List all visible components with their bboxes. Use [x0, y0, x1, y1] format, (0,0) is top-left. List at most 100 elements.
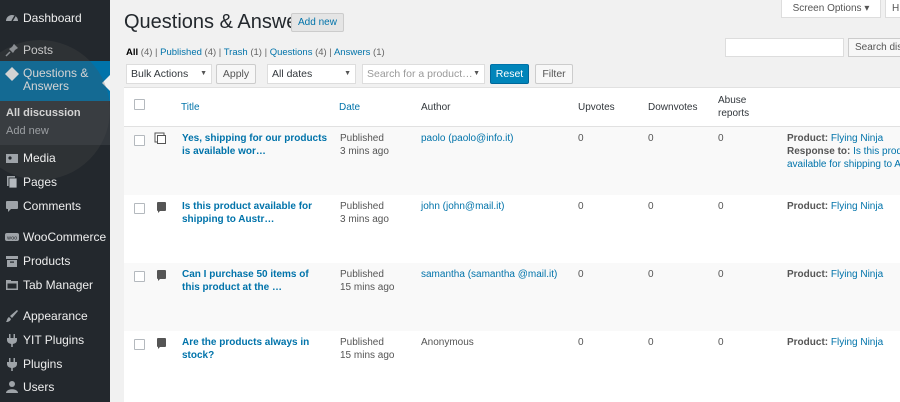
- row-product-info: Product: Flying Ninja: [787, 336, 900, 349]
- filter-questions[interactable]: Questions: [270, 47, 313, 58]
- page-title: Questions & Answers: [124, 11, 315, 33]
- row-status: Published: [340, 337, 384, 348]
- row-title-line1[interactable]: Are the products always in: [182, 336, 332, 349]
- bulk-actions-select[interactable]: Bulk Actions ▼: [126, 64, 212, 84]
- row-title-line2[interactable]: is available wor…: [182, 145, 332, 158]
- add-new-button[interactable]: Add new: [291, 13, 344, 32]
- filter-trash-count: (1): [250, 47, 262, 58]
- submenu-all-discussion[interactable]: All discussion: [6, 107, 81, 119]
- row-checkbox[interactable]: [134, 271, 145, 282]
- qa-table: Title Date Author Upvotes Downvotes Abus…: [124, 87, 900, 402]
- menu-yit-plugins[interactable]: YIT Plugins: [0, 329, 110, 351]
- row-author[interactable]: samantha (samantha @mail.it): [421, 268, 557, 281]
- archive-icon: [5, 254, 19, 268]
- menu-users[interactable]: Users: [0, 376, 110, 398]
- menu-tab-manager[interactable]: Tab Manager: [0, 274, 110, 296]
- plugin-icon: [5, 357, 19, 371]
- menu-appearance[interactable]: Appearance: [0, 305, 110, 327]
- row-downvotes: 0: [648, 133, 654, 144]
- menu-media[interactable]: Media: [0, 147, 110, 169]
- row-title-line1[interactable]: Can I purchase 50 items of: [182, 268, 332, 281]
- row-upvotes: 0: [578, 201, 584, 212]
- screen-options-button[interactable]: Screen Options ▾: [781, 0, 881, 18]
- menu-plugins[interactable]: Plugins: [0, 353, 110, 375]
- filter-all[interactable]: All: [126, 47, 138, 58]
- menu-products[interactable]: Products: [0, 250, 110, 272]
- search-button[interactable]: Search disc: [848, 38, 900, 57]
- chevron-down-icon: ▼: [473, 70, 480, 77]
- row-title[interactable]: Yes, shipping for our products is availa…: [182, 132, 332, 158]
- row-upvotes: 0: [578, 133, 584, 144]
- user-icon: [5, 380, 19, 394]
- filter-button[interactable]: Filter: [535, 64, 573, 84]
- row-checkbox[interactable]: [134, 203, 145, 214]
- row-title-line1[interactable]: Yes, shipping for our products: [182, 132, 332, 145]
- column-abuse-label-2: reports: [718, 108, 750, 119]
- comment-icon: [5, 199, 19, 213]
- column-upvotes: Upvotes: [578, 101, 615, 113]
- product-search-placeholder: Search for a product…: [367, 68, 473, 80]
- dates-select[interactable]: All dates ▼: [267, 64, 356, 84]
- row-downvotes: 0: [648, 337, 654, 348]
- row-title-line2[interactable]: shipping to Austr…: [182, 213, 332, 226]
- apply-button[interactable]: Apply: [216, 64, 256, 84]
- response-link[interactable]: Is this produ: [853, 146, 900, 157]
- row-title[interactable]: Are the products always in stock?: [182, 336, 332, 362]
- admin-sidebar: Dashboard Posts Questions & Answers All …: [0, 0, 110, 402]
- row-product-info: Product: Flying Ninja: [787, 268, 900, 281]
- row-time: 3 mins ago: [340, 214, 389, 225]
- chevron-down-icon: ▼: [200, 70, 207, 77]
- row-checkbox[interactable]: [134, 135, 145, 146]
- row-date: Published 3 mins ago: [340, 200, 389, 226]
- row-upvotes: 0: [578, 337, 584, 348]
- row-author[interactable]: john (john@mail.it): [421, 200, 505, 213]
- row-product-info: Product: Flying Ninja: [787, 200, 900, 213]
- filter-trash[interactable]: Trash: [224, 47, 248, 58]
- column-title-link[interactable]: Title: [181, 102, 200, 113]
- menu-comments[interactable]: Comments: [0, 195, 110, 217]
- search-input[interactable]: [725, 38, 844, 57]
- menu-questions-answers[interactable]: Questions & Answers: [0, 61, 110, 101]
- column-author: Author: [421, 101, 451, 113]
- question-icon: [157, 270, 166, 281]
- menu-posts[interactable]: Posts: [0, 39, 110, 61]
- product-label: Product:: [787, 201, 829, 212]
- filter-published-count: (4): [204, 47, 217, 58]
- column-title[interactable]: Title: [181, 88, 200, 126]
- reset-button[interactable]: Reset: [490, 64, 529, 84]
- product-link[interactable]: Flying Ninja: [831, 201, 883, 212]
- main-content: Screen Options ▾ H Questions & Answers A…: [110, 0, 900, 402]
- svg-text:woo: woo: [7, 236, 17, 242]
- column-date[interactable]: Date: [339, 88, 360, 126]
- product-search-select[interactable]: Search for a product… ▼: [362, 64, 485, 84]
- submenu: All discussion Add new: [0, 101, 110, 145]
- product-link[interactable]: Flying Ninja: [831, 269, 883, 280]
- row-title[interactable]: Can I purchase 50 items of this product …: [182, 268, 332, 294]
- row-author[interactable]: paolo (paolo@info.it): [421, 132, 513, 145]
- response-link-line2[interactable]: available for shipping to Au: [787, 158, 900, 171]
- row-abuse: 0: [718, 337, 724, 348]
- bulk-actions-value: Bulk Actions: [131, 68, 189, 80]
- filter-published[interactable]: Published: [160, 47, 202, 58]
- diamond-icon: [5, 67, 19, 81]
- row-title-line1[interactable]: Is this product available for: [182, 200, 332, 213]
- row-abuse: 0: [718, 269, 724, 280]
- product-label: Product:: [787, 269, 829, 280]
- row-title-line2[interactable]: this product at the …: [182, 281, 332, 294]
- select-all-checkbox[interactable]: [134, 99, 145, 110]
- product-link[interactable]: Flying Ninja: [831, 337, 883, 348]
- help-tab-button[interactable]: H: [885, 0, 900, 18]
- row-date: Published 3 mins ago: [340, 132, 389, 158]
- product-link[interactable]: Flying Ninja: [831, 133, 883, 144]
- row-title-line2[interactable]: stock?: [182, 349, 332, 362]
- column-date-link[interactable]: Date: [339, 102, 360, 113]
- table-row: Is this product available for shipping t…: [124, 195, 900, 263]
- submenu-add-new[interactable]: Add new: [6, 125, 49, 137]
- menu-pages[interactable]: Pages: [0, 171, 110, 193]
- row-checkbox[interactable]: [134, 339, 145, 350]
- row-title[interactable]: Is this product available for shipping t…: [182, 200, 332, 226]
- menu-dashboard[interactable]: Dashboard: [0, 7, 110, 29]
- filter-answers[interactable]: Answers: [334, 47, 370, 58]
- question-icon: [157, 202, 166, 213]
- menu-woocommerce[interactable]: woo WooCommerce: [0, 226, 110, 248]
